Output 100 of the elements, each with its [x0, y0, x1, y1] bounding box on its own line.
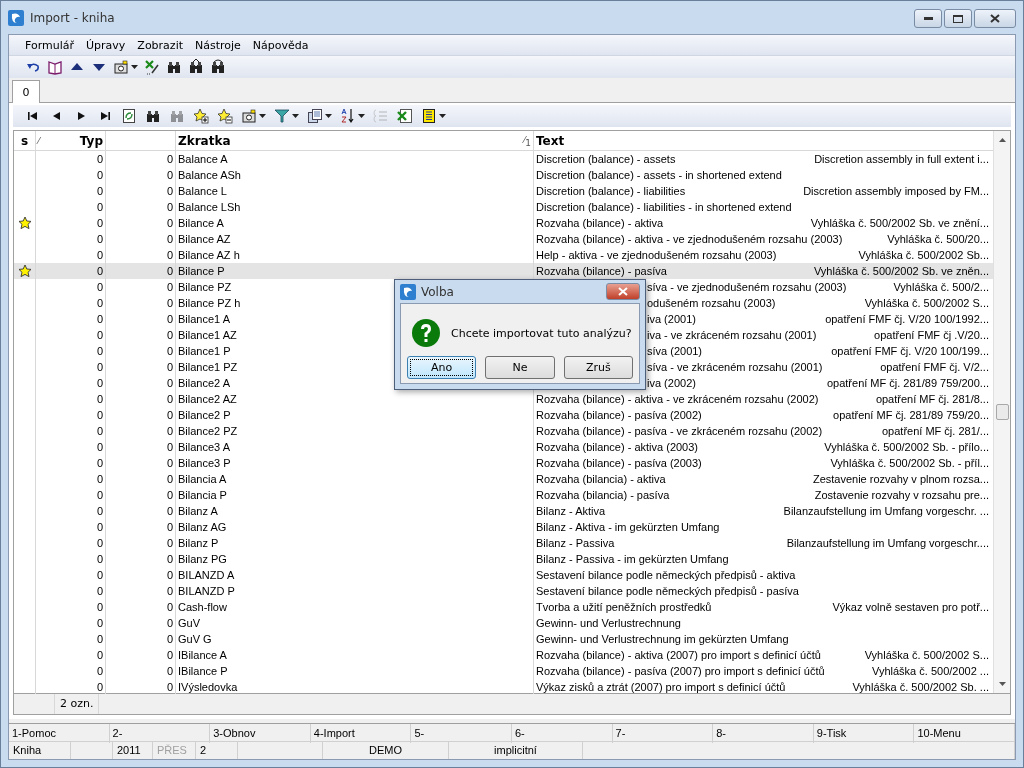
table-row[interactable]: 0 0 Balance LSh Discretion (balance) - liabilities - in shortened extend: [14, 199, 993, 215]
table-cell: 0: [106, 199, 176, 215]
caret-icon[interactable]: [292, 114, 299, 118]
table-cell: 0: [106, 295, 176, 311]
function-key[interactable]: 3-Obnov: [210, 724, 311, 743]
table-row[interactable]: 0 0 Bilance2 AZ Rozvaha (bilance) - aktiva - ve zkráceném rozsahu (2002) opatření MF čj. 281/8...: [14, 391, 993, 407]
maximize-icon: [953, 14, 963, 23]
window-title: Import - kniha: [30, 10, 116, 25]
table-row[interactable]: 0 0 Bilance3 P Rozvaha (bilance) - pasíva (2003) Vyhláška č. 500/2002 Sb. - příl...: [14, 455, 993, 471]
table-row[interactable]: 0 0 Bilanz PG Bilanz - Passiva - im gekürzten Umfang: [14, 551, 993, 567]
dialog-button[interactable]: Ano: [407, 356, 477, 379]
menu-item[interactable]: Úpravy: [86, 38, 126, 52]
table-row[interactable]: 0 0 Bilanz P Bilanz - Passiva Bilanzaufstellung im Umfang vorgeschr....: [14, 535, 993, 551]
close-button[interactable]: [606, 283, 640, 300]
table-row[interactable]: 0 0 Bilance3 A Rozvaha (bilance) - aktiva (2003) Vyhláška č. 500/2002 Sb. - přílo...: [14, 439, 993, 455]
function-key[interactable]: 1-Pomoc: [9, 724, 110, 743]
dialog-button[interactable]: Ne: [485, 356, 555, 379]
table-row[interactable]: 0 0 Bilanz A Bilanz - Aktiva Bilanzaufstellung im Umfang vorgeschr. ...: [14, 503, 993, 519]
table-row[interactable]: 0 0 BILANZD P Sestavení bilance podle německých předpisů - pasíva: [14, 583, 993, 599]
star-remove-icon[interactable]: [217, 108, 233, 124]
table-row[interactable]: 0 0 IBilance A Rozvaha (bilance) - aktiva (2007) pro import s definicí účtů Vyhláška č. 500/2002 S...: [14, 647, 993, 663]
table-cell: Balance A: [176, 151, 534, 167]
camera-icon[interactable]: [241, 108, 257, 124]
status-field: DEMO: [323, 742, 449, 759]
table-row[interactable]: 0 0 Balance ASh Discretion (balance) - assets - in shortened extend: [14, 167, 993, 183]
table-row[interactable]: 0 0 BILANZD A Sestavení bilance podle německých předpisů - aktiva: [14, 567, 993, 583]
table-cell-text: Discretion (balance) - liabilities - in shortened extend: [536, 200, 792, 215]
table-row[interactable]: 0 0 Balance A Discretion (balance) - assets Discretion assembly in full extent i...: [14, 151, 993, 167]
binoculars-icon[interactable]: [188, 59, 204, 75]
table-row[interactable]: 0 0 Bilance AZ Rozvaha (bilance) - aktiva - ve zjednodušeném rozsahu (2003) Vyhláška č. 500/20...: [14, 231, 993, 247]
table-cell: 0: [36, 599, 106, 615]
table-cell: 0: [106, 391, 176, 407]
table-cell: BILANZD A: [176, 567, 534, 583]
column-header[interactable]: Typ: [79, 132, 103, 152]
spreadsheet-pen-icon[interactable]: [144, 59, 160, 75]
documents-icon[interactable]: [307, 108, 323, 124]
table-cell-text: Výkaz zisků a ztrát (2007) pro import s definicí účtů: [536, 680, 786, 695]
table-row[interactable]: 0 0 Bilance2 PZ Rozvaha (bilance) - pasíva - ve zkráceném rozsahu (2002) opatření MF čj. 281/...: [14, 423, 993, 439]
scroll-down-icon: [998, 682, 1006, 686]
refresh-document-icon[interactable]: [121, 108, 137, 124]
table-row[interactable]: 0 0 Bilancia P Rozvaha (bilancia) - pasíva Zostavenie rozvahy v rozsahu pre...: [14, 487, 993, 503]
menu-item[interactable]: Nástroje: [195, 38, 241, 52]
scroll-thumb[interactable]: [995, 404, 1009, 420]
close-button[interactable]: [974, 9, 1016, 28]
table-icon[interactable]: [421, 108, 437, 124]
table-row[interactable]: 0 0 Bilanz AG Bilanz - Aktiva - im gekürzten Umfang: [14, 519, 993, 535]
dialog-button[interactable]: Zruš: [563, 356, 633, 379]
caret-icon[interactable]: [439, 114, 446, 118]
vertical-scrollbar[interactable]: [993, 131, 1010, 693]
binoculars-icon[interactable]: [210, 59, 226, 75]
table-cell-text: Vyhláška č. 500/2002 Sb. - příl...: [830, 456, 990, 471]
table-row[interactable]: 0 0 Bilance A Rozvaha (bilance) - aktiva Vyhláška č. 500/2002 Sb. ve znění...: [14, 215, 993, 231]
table-cell: 0: [106, 407, 176, 423]
table-cell: 0: [36, 151, 106, 167]
sort-indicator: ⁄: [38, 135, 40, 149]
table-row[interactable]: 0 0 Balance L Discretion (balance) - liabilities Discretion assembly imposed by FM...: [14, 183, 993, 199]
table-cell-text: opatření MF čj. 281/89 759/20...: [833, 408, 990, 423]
spreadsheet-icon[interactable]: [397, 108, 413, 124]
column-header[interactable]: Text: [536, 132, 565, 152]
table-row[interactable]: 0 0 Bilance2 P Rozvaha (bilance) - pasíva (2002) opatření MF čj. 281/89 759/20...: [14, 407, 993, 423]
table-cell: 0: [36, 311, 106, 327]
table-cell: 0: [106, 231, 176, 247]
book-icon[interactable]: [47, 59, 63, 75]
table-cell-text: Bilanz - Passiva: [536, 536, 615, 551]
table-row[interactable]: 0 0 Cash-flow Tvorba a užití peněžních prostředků Výkaz volně sestaven pro potř...: [14, 599, 993, 615]
table-cell-text: Vyhláška č. 500/2002 Sb...: [858, 248, 990, 263]
caret-icon[interactable]: [358, 114, 365, 118]
function-key[interactable]: 8-: [713, 724, 814, 743]
caret-icon[interactable]: [259, 114, 266, 118]
sort-icon[interactable]: [340, 108, 356, 124]
table-cell: Balance LSh: [176, 199, 534, 215]
table-row[interactable]: 0 0 Bilancia A Rozvaha (bilancia) - aktiva Zestavenie rozvahy v plnom rozsa...: [14, 471, 993, 487]
status-field: PŘES: [153, 742, 196, 759]
caret-icon[interactable]: [325, 114, 332, 118]
column-header[interactable]: s: [20, 132, 29, 152]
binoculars-icon[interactable]: [166, 59, 182, 75]
table-cell: 0: [106, 471, 176, 487]
table-cell-text: Vyhláška č. 500/2002 Sb. ve znění...: [810, 216, 990, 231]
camera-icon[interactable]: [113, 59, 129, 75]
status-field: Kniha: [9, 742, 71, 759]
table-cell-text: Rozvaha (bilance) - aktiva: [536, 216, 664, 231]
column-header[interactable]: Zkratka: [178, 132, 231, 152]
binoculars-icon[interactable]: [145, 108, 161, 124]
caret-icon[interactable]: [131, 65, 138, 69]
close-icon: [990, 14, 1000, 23]
filter-icon[interactable]: [274, 108, 290, 124]
selected-row[interactable]: 0 0 Bilance P Rozvaha (bilance) - pasíva Vyhláška č. 500/2002 Sb. ve zněn...: [14, 263, 993, 279]
minimize-button[interactable]: [914, 9, 942, 28]
menu-item[interactable]: Formulář: [25, 38, 74, 52]
table-cell: Bilance A: [176, 215, 534, 231]
maximize-button[interactable]: [944, 9, 972, 28]
menu-item[interactable]: Zobrazit: [137, 38, 183, 52]
menu-item[interactable]: Nápověda: [252, 38, 309, 52]
tab[interactable]: 0: [12, 80, 40, 103]
table-row[interactable]: 0 0 IBilance P Rozvaha (bilance) - pasíva (2007) pro import s definicí účtů Vyhláška č. 500/2002 ...: [14, 663, 993, 679]
table-row[interactable]: 0 0 GuV Gewinn- und Verlustrechnung: [14, 615, 993, 631]
star-add-icon[interactable]: [193, 108, 209, 124]
function-key[interactable]: 6-: [512, 724, 613, 743]
table-cell-text: Rozvaha (bilance) - aktiva (2007) pro import s definicí účtů: [536, 648, 821, 663]
table-row[interactable]: 0 0 GuV G Gewinn- und Verlustrechnung im gekürzten Umfang: [14, 631, 993, 647]
